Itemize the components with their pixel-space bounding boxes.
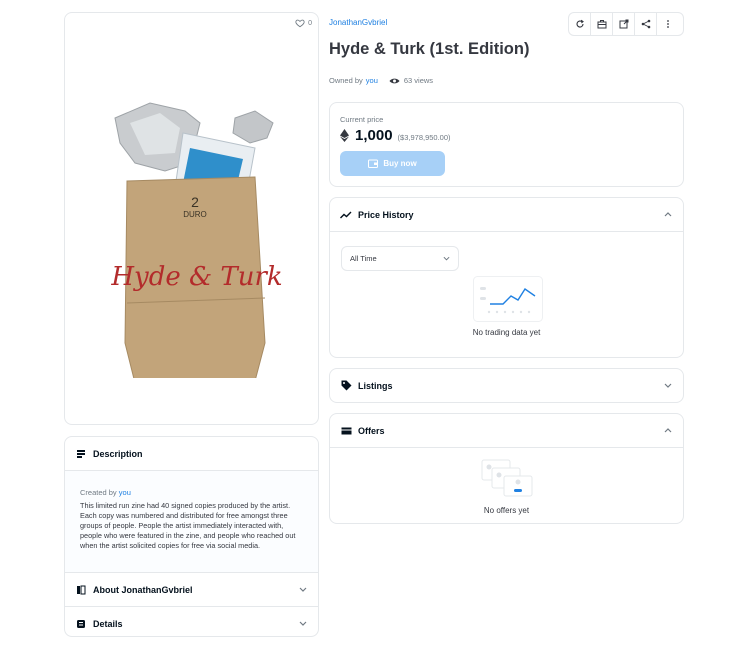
owned-by-label: Owned by [329,76,363,85]
refresh-icon [575,19,584,28]
tag-icon [340,380,352,392]
more-icon [667,20,669,28]
empty-chart-dot-2 [495,310,499,314]
current-price-label: Current price [340,115,384,124]
listings-title: Listings [358,380,393,391]
description-body: Created by you This limited run zine had… [65,471,318,572]
item-image-card: 0 2 DURO Hyde & Turk [64,12,319,425]
share-icon [641,19,650,29]
empty-chart-dot-1 [487,310,491,314]
chevron-down-icon [298,585,308,595]
ethereum-icon [340,129,349,142]
offer-card-3 [503,475,533,497]
description-text: This limited run zine had 40 signed copi… [80,501,296,550]
empty-chart-illustration [473,276,543,322]
empty-chart-legend-1 [480,287,486,290]
item-toolbar [568,12,684,36]
price-amount: 1,000 [355,127,393,144]
price-fiat: ($3,978,950.00) [397,132,451,142]
bag-number: 2 [191,194,199,210]
foil-right [232,110,274,144]
refresh-button[interactable] [569,13,591,35]
empty-offers-illustration [481,459,533,497]
empty-chart-dot-3 [503,310,507,314]
offer-card-3-button [514,489,522,492]
buy-now-label: Buy now [383,159,417,168]
offers-icon [340,425,352,437]
buy-now-button[interactable]: Buy now [340,151,445,176]
eye-icon [389,78,400,83]
description-title: Description [93,448,143,459]
empty-chart-dot-5 [519,310,523,314]
created-by-label: Created by [80,488,117,497]
about-title: About JonathanGvbriel [93,584,193,595]
chevron-down-icon [663,381,673,391]
item-artwork-image[interactable]: 2 DURO Hyde & Turk [105,93,285,378]
price-row: 1,000 ($3,978,950.00) [340,127,451,144]
details-title: Details [93,618,123,629]
more-button[interactable] [657,13,679,35]
about-header[interactable]: About JonathanGvbriel [65,573,318,606]
details-icon [75,618,87,630]
offer-card-2-avatar [496,472,502,478]
description-accordion: Description Created by you This limited … [64,436,319,637]
owner-link[interactable]: you [366,76,378,85]
external-link-button[interactable] [613,13,635,35]
item-title: Hyde & Turk (1st. Edition) [329,40,530,58]
offers-header[interactable]: Offers [330,414,683,447]
no-offers-text: No offers yet [483,506,530,515]
price-history-accordion: Price History All Time No trading data y… [329,197,684,358]
item-meta: Owned by you 63 views [329,76,433,85]
gift-icon [597,20,606,29]
bag-script: Hyde & Turk [110,262,282,292]
share-button[interactable] [635,13,657,35]
description-icon [75,448,87,460]
listings-header[interactable]: Listings [330,369,683,402]
offer-card-3-avatar [515,479,521,485]
wallet-icon [368,159,379,168]
empty-chart-dot-6 [527,310,531,314]
no-trading-text: No trading data yet [472,328,541,337]
time-range-select[interactable]: All Time [341,246,459,271]
empty-chart-dot-4 [511,310,515,314]
favorite-button[interactable]: 0 [295,18,312,28]
offers-title: Offers [358,425,385,436]
empty-chart-legend-2 [480,297,486,300]
chevron-down-icon [443,256,450,261]
chevron-down-icon [298,619,308,629]
view-count: 63 views [403,76,434,85]
listings-accordion: Listings [329,368,684,403]
time-range-value: All Time [350,254,377,263]
trending-icon [340,209,352,221]
about-icon [75,584,87,596]
chevron-up-icon [663,210,673,220]
price-card: Current price 1,000 ($3,978,950.00) Buy … [329,102,684,187]
offers-accordion: Offers No offers yet [329,413,684,524]
transfer-button[interactable] [591,13,613,35]
chevron-up-icon [663,426,673,436]
details-header[interactable]: Details [65,607,318,636]
description-header[interactable]: Description [65,437,318,470]
offer-card-1-avatar [486,464,492,470]
external-link-icon [619,19,628,29]
bag-brand: DURO [183,210,207,219]
creator-link[interactable]: you [119,488,131,497]
heart-icon [295,19,305,28]
collection-link[interactable]: JonathanGvbriel [329,18,387,27]
price-history-header[interactable]: Price History [330,198,683,231]
favorite-count: 0 [308,19,312,27]
price-history-title: Price History [358,209,414,220]
